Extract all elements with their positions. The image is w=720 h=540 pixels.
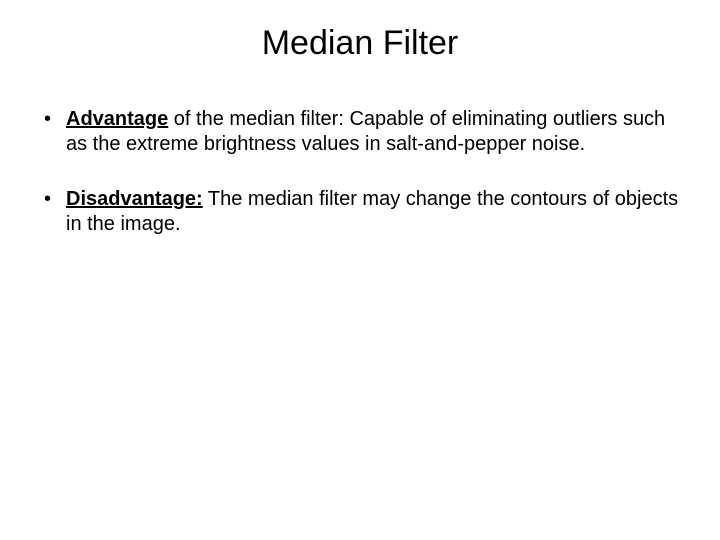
list-item: Disadvantage: The median filter may chan… <box>40 187 680 237</box>
page-title: Median Filter <box>40 24 680 63</box>
bullet-list: Advantage of the median filter: Capable … <box>40 107 680 237</box>
bullet-lead: Disadvantage: <box>66 188 203 210</box>
slide: Median Filter Advantage of the median fi… <box>0 0 720 540</box>
list-item: Advantage of the median filter: Capable … <box>40 107 680 157</box>
bullet-lead: Advantage <box>66 108 168 130</box>
